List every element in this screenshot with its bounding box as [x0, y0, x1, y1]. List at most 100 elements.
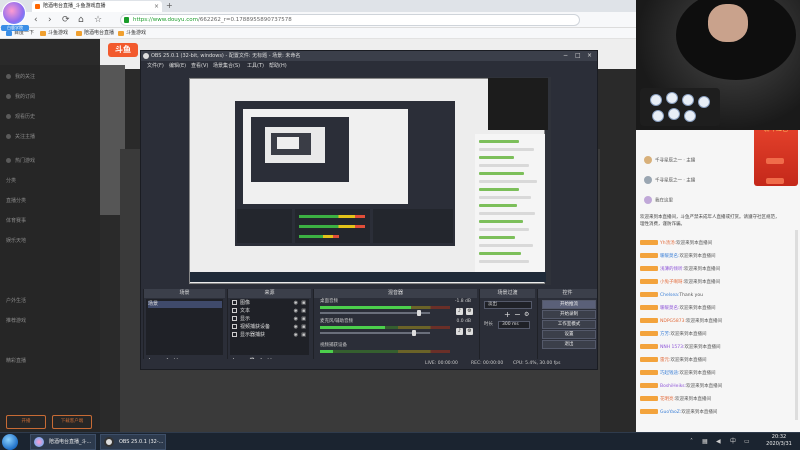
menu-help[interactable]: 帮助(H) — [269, 61, 287, 71]
start-live-button[interactable]: 开播 — [6, 415, 46, 429]
fan-badge-icon — [640, 396, 658, 401]
source-item[interactable]: 视频捕获设备 ◉ ▣ — [232, 324, 308, 331]
studio-mode-button[interactable]: 工作室模式 — [542, 320, 596, 329]
menu-edit[interactable]: 编辑(E) — [169, 61, 186, 71]
taskbar-item-browser[interactable]: 陪酒电台直播_斗... — [30, 434, 96, 450]
transition-settings-icon[interactable]: ⚙ — [524, 311, 529, 318]
source-item[interactable]: 图像 ◉ ▣ — [232, 300, 308, 307]
settings-button[interactable]: 设置 — [542, 330, 596, 339]
chat-username[interactable]: GuoYaoZ: — [660, 410, 681, 415]
sidebar-item[interactable]: 户外生活 — [6, 297, 26, 305]
chat-username[interactable]: Chelsea: — [660, 293, 679, 298]
sidebar-item[interactable]: 分类 — [6, 177, 16, 185]
volume-slider[interactable] — [320, 310, 430, 316]
sidebar-item[interactable]: 我的订阅 — [6, 93, 35, 101]
address-bar[interactable]: https://www.douyu.com/662262_r=0.1788955… — [120, 14, 580, 26]
remove-transition-icon[interactable]: − — [514, 311, 521, 319]
visibility-eye-icon[interactable]: ◉ — [294, 324, 298, 331]
start-button-icon[interactable] — [2, 434, 18, 450]
bookmark-star-icon[interactable]: ☆ — [94, 14, 102, 26]
network-icon[interactable]: ▦ — [702, 437, 708, 447]
bookmark-item[interactable]: 斗鱼游戏 — [118, 29, 146, 38]
tray-up-icon[interactable]: ˄ — [690, 437, 693, 447]
bookmark-item[interactable]: 斗鱼游戏 — [40, 29, 68, 38]
obs-preview[interactable] — [189, 77, 551, 285]
speaker-icon[interactable]: ♪ — [456, 308, 463, 315]
taskbar-item-obs[interactable]: OBS 25.0.1 (32-... — [100, 434, 166, 450]
menu-file[interactable]: 文件(F) — [147, 61, 164, 71]
browser-tab[interactable]: 陪酒电台直播_斗鱼游戏直播 × — [32, 1, 162, 12]
volume-slider-knob[interactable] — [411, 330, 416, 336]
lock-icon[interactable]: ▣ — [301, 316, 306, 323]
chat-username[interactable]: NDPG5873: — [660, 319, 686, 324]
audio-meter — [320, 326, 450, 329]
sidebar-item[interactable]: 娱乐天地 — [6, 237, 26, 245]
bookmark-item[interactable]: 陪酒电台直播 — [76, 29, 114, 38]
back-icon[interactable]: ‹ — [34, 14, 38, 26]
browser-logo-icon[interactable] — [2, 1, 26, 25]
captured-screen-level-4 — [277, 137, 299, 149]
volume-slider[interactable] — [320, 330, 430, 336]
volume-slider-knob[interactable] — [417, 310, 421, 316]
tab-close-icon[interactable]: × — [154, 1, 159, 12]
sidebar-item[interactable]: 热门游戏 — [6, 157, 35, 165]
forward-icon[interactable]: › — [48, 14, 52, 26]
source-item[interactable]: 文本 ◉ ▣ — [232, 308, 308, 315]
chat-username[interactable]: 暖暖莫名: — [660, 306, 680, 311]
sidebar-item[interactable]: 精彩直播 — [6, 357, 26, 365]
download-client-button[interactable]: 下载客户端 — [52, 415, 92, 429]
douyu-logo[interactable]: 斗鱼 — [108, 43, 138, 57]
chat-username[interactable]: 巧起钱途: — [660, 371, 680, 376]
chat-username[interactable]: 浅薄的倾听: — [660, 267, 684, 272]
sidebar-item[interactable]: 关注主播 — [6, 133, 35, 141]
chat-username[interactable]: 小兔子啊呀: — [660, 280, 684, 285]
chat-username[interactable]: 暖暖莫名: — [660, 254, 680, 259]
source-item[interactable]: 显示器捕获 ◉ ▣ — [232, 332, 308, 339]
notification-icon[interactable]: ▭ — [744, 437, 750, 447]
lock-icon[interactable]: ▣ — [301, 324, 306, 331]
start-streaming-button[interactable]: 开始推流 — [542, 300, 596, 309]
close-icon[interactable]: × — [587, 51, 592, 61]
exit-button[interactable]: 退出 — [542, 340, 596, 349]
menu-view[interactable]: 查看(V) — [191, 61, 208, 71]
reload-icon[interactable]: ⟳ — [62, 14, 70, 26]
visibility-eye-icon[interactable]: ◉ — [294, 300, 298, 307]
channel-settings-icon[interactable]: ⚙ — [466, 328, 473, 335]
maximize-icon[interactable]: □ — [575, 51, 581, 61]
chat-username[interactable]: 方芳: — [660, 332, 671, 337]
chat-username[interactable]: NNH 1573: — [660, 345, 685, 350]
add-transition-icon[interactable]: + — [504, 311, 511, 319]
speaker-icon[interactable]: ♪ — [456, 328, 463, 335]
duration-input[interactable]: 300 ms — [498, 321, 530, 329]
sidebar-item[interactable]: 推荐游戏 — [6, 317, 26, 325]
chat-username[interactable]: 雷元: — [660, 358, 671, 363]
visibility-eye-icon[interactable]: ◉ — [294, 316, 298, 323]
scene-item[interactable]: 场景 — [148, 301, 222, 308]
new-tab-icon[interactable]: + — [166, 1, 173, 11]
source-item[interactable]: 显示 ◉ ▣ — [232, 316, 308, 323]
start-recording-button[interactable]: 开始录制 — [542, 310, 596, 319]
sidebar-item[interactable]: 我的关注 — [6, 73, 35, 81]
menu-scene-collection[interactable]: 场景集合(S) — [213, 61, 240, 71]
channel-settings-icon[interactable]: ⚙ — [466, 308, 473, 315]
lock-icon[interactable]: ▣ — [301, 300, 306, 307]
captured-webcam — [488, 78, 548, 130]
speaker-icon[interactable]: ◀ — [716, 437, 721, 447]
input-method-icon[interactable]: 中 — [730, 437, 736, 447]
visibility-eye-icon[interactable]: ◉ — [294, 308, 298, 315]
chat-username[interactable]: BoshiHeiks: — [660, 384, 686, 389]
sidebar-item[interactable]: 直播分类 — [6, 197, 26, 205]
transition-select[interactable]: 淡出 — [484, 301, 532, 309]
chat-username[interactable]: 花明亮: — [660, 397, 675, 402]
lock-icon[interactable]: ▣ — [301, 308, 306, 315]
lock-icon[interactable]: ▣ — [301, 332, 306, 339]
chat-username[interactable]: Yh汤汤: — [660, 241, 676, 246]
menu-tools[interactable]: 工具(T) — [247, 61, 264, 71]
visibility-eye-icon[interactable]: ◉ — [294, 332, 298, 339]
taskbar-clock[interactable]: 20:32 2020/3/31 — [760, 434, 798, 448]
home-icon[interactable]: ⌂ — [78, 14, 84, 26]
sidebar-item[interactable]: 体育赛事 — [6, 217, 26, 225]
sidebar-item[interactable]: 观看历史 — [6, 113, 35, 121]
chat-scrollbar[interactable] — [795, 230, 798, 420]
minimize-icon[interactable]: − — [563, 51, 568, 61]
